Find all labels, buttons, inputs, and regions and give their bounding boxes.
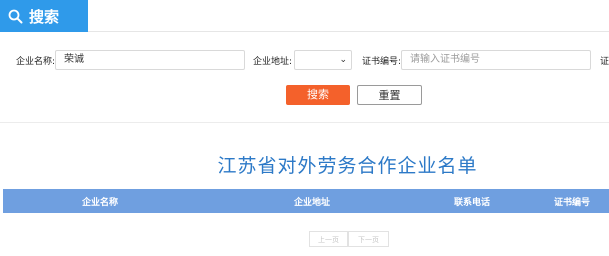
column-header-company-name[interactable]: 企业名称 — [82, 195, 118, 208]
search-tab[interactable]: 搜索 — [0, 0, 88, 32]
next-page-button[interactable]: 下一页 — [348, 231, 389, 247]
list-title: 江苏省对外劳务合作企业名单 — [217, 155, 478, 177]
column-header-phone[interactable]: 联系电话 — [454, 195, 490, 208]
table-header: 企业名称 企业地址 联系电话 证书编号 — [3, 189, 609, 213]
company-name-input[interactable]: 荣诚 — [55, 50, 245, 70]
company-address-label: 企业地址: — [253, 57, 293, 67]
cert-no-input[interactable]: 请输入证书编号 — [401, 50, 591, 70]
company-name-label: 企业名称: — [16, 57, 56, 67]
search-icon — [8, 9, 23, 23]
header-divider — [88, 31, 609, 32]
column-header-company-address[interactable]: 企业地址 — [294, 195, 330, 208]
search-button[interactable]: 搜索 — [286, 85, 350, 105]
prev-page-button[interactable]: 上一页 — [309, 231, 348, 247]
company-address-select[interactable]: ⌄ — [294, 50, 352, 70]
cert-no-placeholder: 请输入证书编号 — [410, 54, 480, 65]
chevron-down-icon: ⌄ — [339, 55, 347, 65]
cert-no-extra-label: 证 — [600, 57, 609, 67]
company-name-value: 荣诚 — [64, 54, 84, 65]
section-divider — [0, 122, 609, 123]
reset-button[interactable]: 重置 — [357, 85, 422, 105]
column-header-cert-no[interactable]: 证书编号 — [554, 195, 590, 208]
cert-no-label: 证书编号: — [362, 57, 402, 67]
search-tab-title: 搜索 — [29, 7, 60, 26]
